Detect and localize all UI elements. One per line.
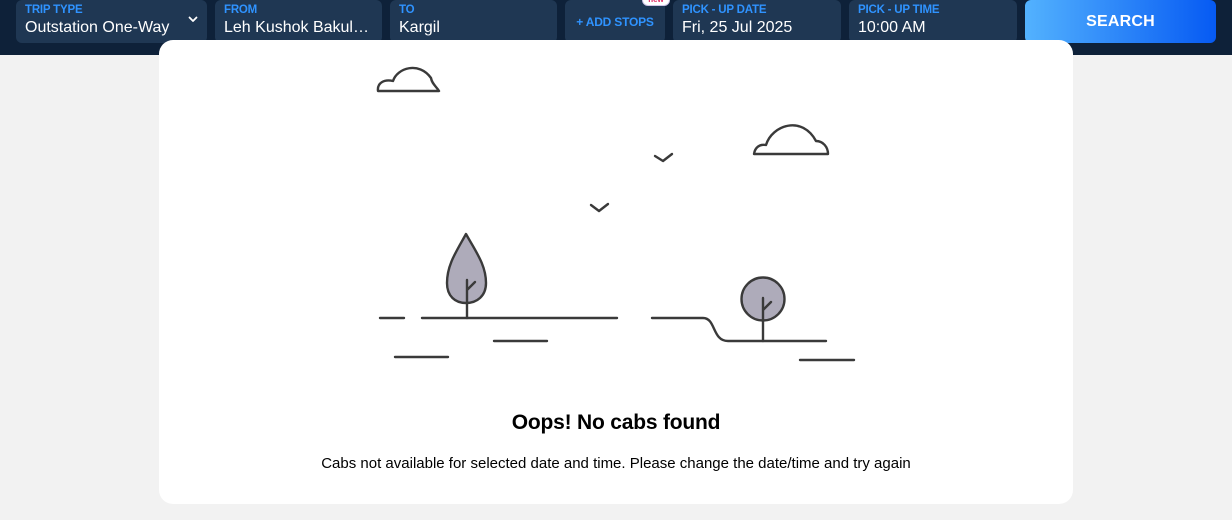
cloud-icon (752, 124, 830, 156)
empty-state-description: Cabs not available for selected date and… (321, 455, 911, 472)
landscape-no-results-illustration (376, 66, 856, 362)
bird-icon (589, 202, 610, 213)
cloud-icon (376, 66, 441, 93)
tree-icon (445, 232, 488, 320)
tree-icon (740, 276, 786, 343)
bird-icon (653, 152, 674, 163)
empty-state-title: Oops! No cabs found (511, 411, 721, 434)
